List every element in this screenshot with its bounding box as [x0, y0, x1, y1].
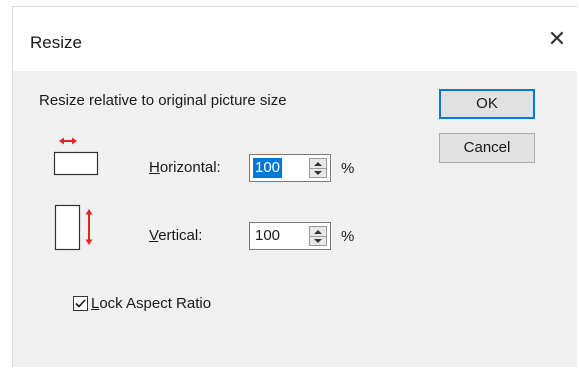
dialog-title: Resize: [30, 33, 82, 52]
vertical-spin-buttons[interactable]: [309, 226, 327, 246]
horizontal-spinbox[interactable]: 100: [249, 154, 331, 182]
vertical-resize-icon: [54, 204, 93, 251]
horizontal-decrement-button[interactable]: [310, 168, 326, 177]
ok-button[interactable]: OK: [439, 89, 535, 119]
vertical-unit: %: [341, 228, 355, 245]
vertical-label: Vertical:: [149, 227, 203, 244]
checkmark-icon: [75, 298, 86, 308]
chevron-down-icon: [314, 170, 322, 175]
dialog-body: Resize relative to original picture size…: [13, 71, 577, 368]
vertical-decrement-button[interactable]: [310, 236, 326, 245]
chevron-up-icon: [314, 229, 322, 234]
lock-aspect-ratio-checkbox[interactable]: Lock Aspect Ratio: [73, 293, 211, 313]
instruction-text: Resize relative to original picture size: [39, 92, 287, 109]
close-icon[interactable]: ✕: [545, 27, 569, 51]
vertical-value-input[interactable]: 100: [253, 226, 282, 246]
horizontal-unit: %: [341, 160, 355, 177]
horizontal-value-input[interactable]: 100: [253, 158, 283, 178]
horizontal-label: Horizontal:: [149, 159, 221, 176]
horizontal-resize-icon: [53, 137, 99, 176]
chevron-down-icon: [314, 238, 322, 243]
lock-aspect-ratio-label[interactable]: Lock Aspect Ratio: [91, 295, 211, 312]
chevron-up-icon: [314, 161, 322, 166]
resize-dialog: Resize ✕ Resize relative to original pic…: [12, 6, 577, 367]
horizontal-spin-buttons[interactable]: [309, 158, 327, 178]
title-bar[interactable]: Resize ✕: [13, 7, 577, 71]
cancel-button[interactable]: Cancel: [439, 133, 535, 163]
checkbox-box[interactable]: [73, 295, 88, 311]
vertical-spinbox[interactable]: 100: [249, 222, 331, 250]
